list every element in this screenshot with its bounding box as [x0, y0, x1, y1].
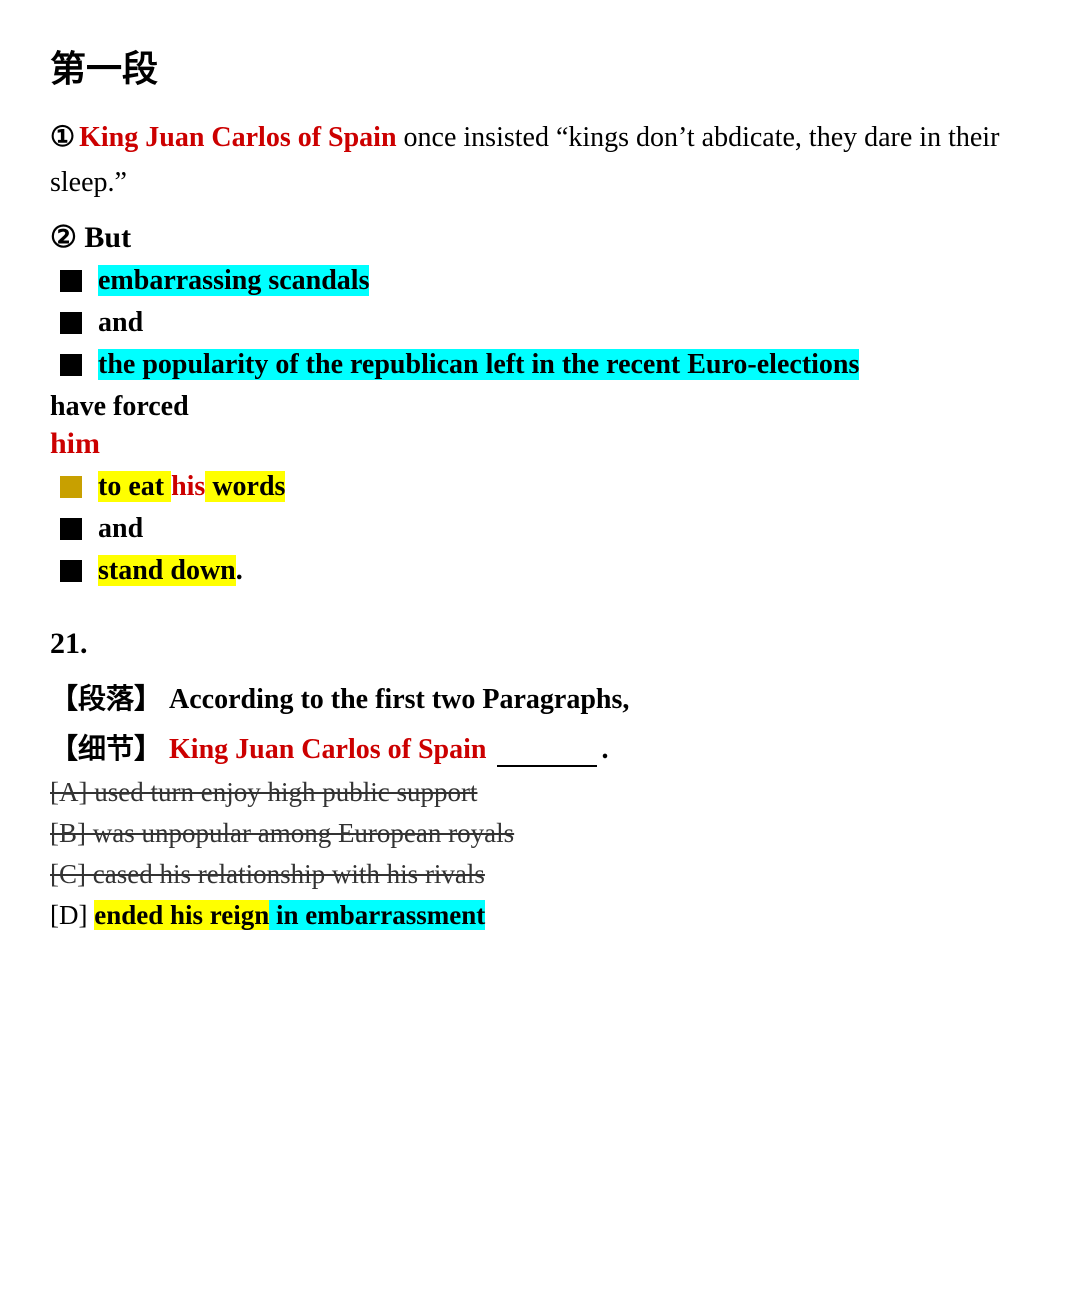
bracket-label-1: 【段落】 According to the first two Paragrap… [50, 677, 1030, 717]
have-forced-text: have forced [50, 391, 1030, 423]
him-text: him [50, 427, 1030, 461]
bullet-row-3: to eat his words [60, 471, 1030, 503]
paragraph-2-but: ② But [50, 220, 1030, 255]
bullet-row-4: stand down. [60, 555, 1030, 587]
and-2-text: and [98, 513, 143, 545]
bullet-icon-3 [60, 476, 82, 498]
bullet-3-part2: words [205, 471, 285, 502]
bullet-1-text: embarrassing scandals [98, 265, 369, 296]
bullet-row-2: the popularity of the republican left in… [60, 349, 1030, 381]
circled-num-2: ② [50, 221, 77, 254]
bullet-icon-and1 [60, 312, 82, 334]
bullet-1-content: embarrassing scandals [98, 265, 369, 297]
bullet-2-content: the popularity of the republican left in… [98, 349, 859, 381]
and-row-1: and [60, 307, 1030, 339]
bracket-2-jp: 【细节】 [50, 734, 162, 765]
king-name-red: King Juan Carlos of Spain [79, 122, 396, 153]
but-label: But [84, 221, 131, 254]
option-d-yellow: ended his reign [94, 900, 269, 930]
and-1-text: and [98, 307, 143, 339]
paragraph-1: ①King Juan Carlos of Spain once insisted… [50, 116, 1030, 206]
bullet-icon-2 [60, 354, 82, 376]
bullet-row-1: embarrassing scandals [60, 265, 1030, 297]
blank-line [497, 765, 597, 767]
bracket-label-2: 【细节】 King Juan Carlos of Spain . [50, 727, 1030, 767]
bullet-icon-1 [60, 270, 82, 292]
bracket-2-period: . [601, 734, 608, 765]
option-d-prefix: [D] [50, 900, 94, 930]
section-title: 第一段 [50, 40, 1030, 92]
bullet-4-text: stand down [98, 555, 236, 586]
question-number: 21. [50, 627, 1030, 661]
bullet-icon-and2 [60, 518, 82, 540]
option-a: [A] used turn enjoy high public support [50, 777, 1030, 808]
bullet-4-period: . [236, 555, 243, 586]
bracket-2-red: King Juan Carlos of Spain [169, 734, 486, 765]
option-b: [B] was unpopular among European royals [50, 818, 1030, 849]
bullet-3-part1: to eat [98, 471, 171, 502]
bullet-3-content: to eat his words [98, 471, 285, 503]
bullet-4-content: stand down. [98, 555, 243, 587]
circled-num-1: ① [50, 122, 75, 153]
bracket-1-jp: 【段落】 [50, 684, 162, 715]
bullet-icon-4 [60, 560, 82, 582]
and-row-2: and [60, 513, 1030, 545]
option-c: [C] cased his relationship with his riva… [50, 859, 1030, 890]
bullet-3-red: his [171, 471, 205, 502]
option-d: [D] ended his reign in embarrassment [50, 900, 1030, 931]
bullet-2-text: the popularity of the republican left in… [98, 349, 859, 380]
option-d-cyan: in embarrassment [269, 900, 485, 930]
bracket-1-text: According to the first two Paragraphs, [169, 684, 629, 715]
